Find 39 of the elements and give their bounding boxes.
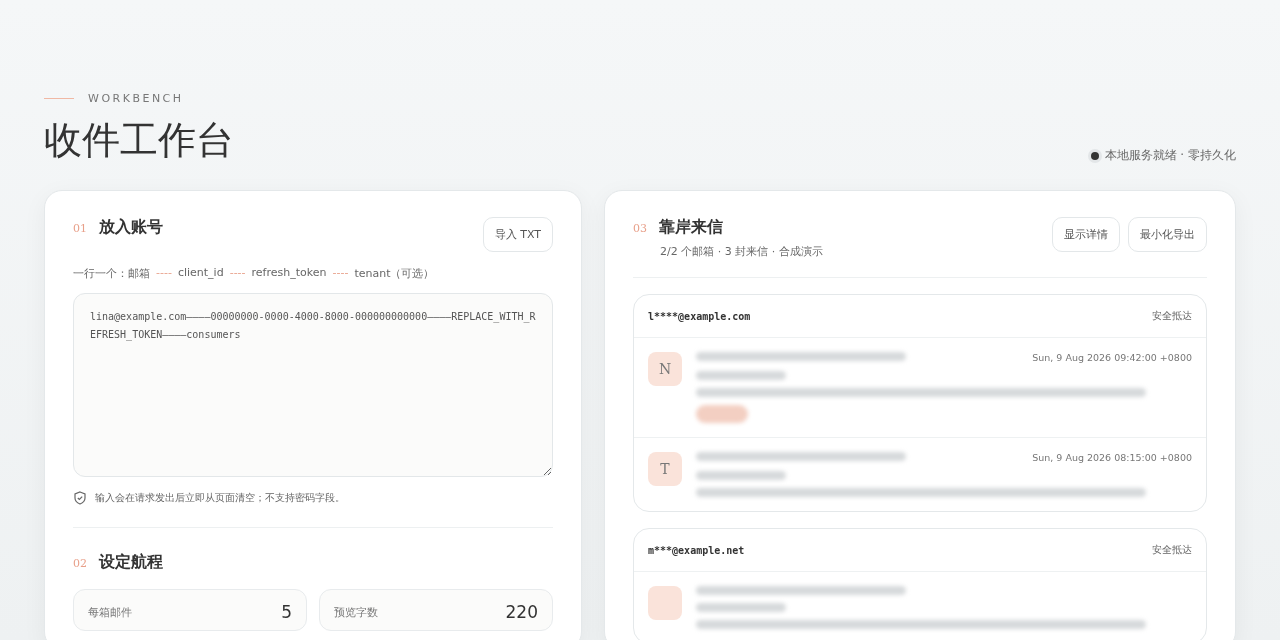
sender-avatar [648, 586, 682, 620]
field-label: 每箱邮件 [88, 604, 132, 620]
mailbox-address: m***@example.net [648, 544, 745, 556]
field-value: 220 [505, 602, 538, 622]
step-number: 03 [633, 222, 647, 235]
number-field[interactable]: 预览字数 220 [319, 589, 553, 631]
field-label: 预览字数 [334, 604, 378, 620]
separator-text: ---- [156, 266, 172, 281]
format-hint: 一行一个：邮箱 [73, 266, 150, 281]
toolbar-button[interactable]: 最小化导出 [1128, 217, 1207, 252]
accounts-input-field[interactable]: lina@example.com————00000000-0000-4000-8000-000000000000————REPLACE_WITH_REFRESH_TOKEN————consumers [73, 293, 553, 477]
notice-text: 输入会在请求发出后立即从页面清空；不支持密码字段。 [95, 491, 345, 505]
eyebrow-label: WORKBENCH [88, 92, 184, 105]
message-time: Sun, 9 Aug 2026 08:15:00 +0800 [1032, 452, 1192, 463]
status-text: 本地服务就绪 · 零持久化 [1104, 147, 1236, 164]
delivery-status: 安全抵达 [1152, 309, 1192, 323]
delivery-status: 安全抵达 [1152, 543, 1192, 557]
status-dot-icon [1090, 151, 1099, 160]
page-title: 收件工作台 [44, 117, 234, 164]
inbox-summary: 2/2 个邮箱 · 3 封来信 · 合成演示 [660, 244, 823, 259]
shield-check-icon [73, 491, 87, 505]
format-hint: tenant（可选） [354, 266, 435, 281]
section-title: 放入账号 [99, 217, 163, 238]
message-time: Sun, 9 Aug 2026 09:42:00 +0800 [1032, 352, 1192, 363]
field-value: 5 [281, 602, 292, 622]
separator-text: ---- [332, 266, 349, 281]
section-title: 靠岸来信 [659, 217, 723, 238]
format-hint: client_id [177, 266, 224, 281]
sender-avatar: T [648, 452, 682, 486]
number-field[interactable]: 每箱邮件 5 [73, 589, 307, 631]
toolbar-button[interactable]: 显示详情 [1052, 217, 1120, 252]
section-title: 设定航程 [99, 552, 163, 573]
import-txt-button[interactable]: 导入 TXT [482, 217, 553, 252]
step-number: 02 [73, 557, 87, 570]
format-hint: refresh_token [251, 266, 327, 281]
mailbox-address: l****@example.com [648, 310, 751, 322]
sender-avatar: N [648, 352, 682, 386]
separator-text: ---- [229, 266, 246, 281]
step-number: 01 [73, 222, 87, 235]
